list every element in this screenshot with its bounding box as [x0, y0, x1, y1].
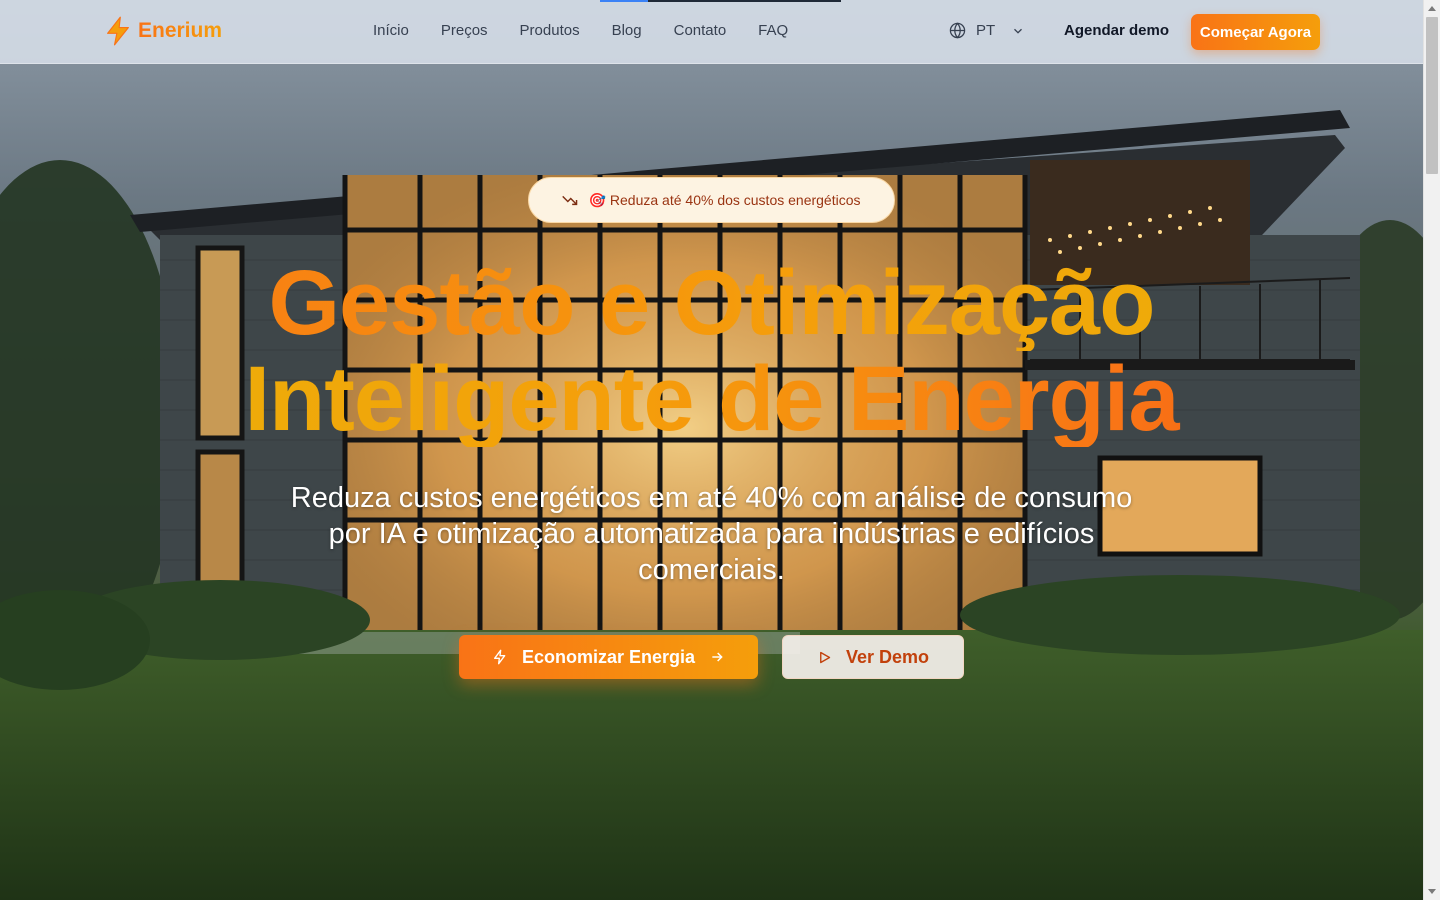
- top-navbar: Enerium Início Preços Produtos Blog Cont…: [0, 0, 1423, 64]
- main-nav: Início Preços Produtos Blog Contato FAQ: [373, 22, 820, 39]
- save-energy-label: Economizar Energia: [521, 646, 696, 667]
- brand-logo-link[interactable]: Enerium: [104, 16, 222, 46]
- nav-link-faq[interactable]: FAQ: [758, 22, 788, 39]
- target-emoji: 🎯: [588, 191, 606, 208]
- nav-link-inicio[interactable]: Início: [373, 22, 409, 39]
- hero-subtitle: Reduza custos energéticos em até 40% com…: [290, 482, 1133, 586]
- nav-link-blog[interactable]: Blog: [612, 22, 642, 39]
- language-code: PT: [976, 22, 996, 39]
- play-icon: [820, 651, 831, 663]
- house-photo: [0, 110, 1423, 900]
- nav-link-produtos[interactable]: Produtos: [520, 22, 580, 39]
- arrow-right-icon: [712, 652, 723, 662]
- hero-headline: Gestão e Otimização Inteligente de Energ…: [0, 255, 1423, 447]
- schedule-demo-link[interactable]: Agendar demo: [1064, 22, 1169, 39]
- scroll-down-arrow-icon[interactable]: [1428, 889, 1436, 894]
- chevron-down-icon: [1014, 28, 1023, 34]
- brand-name: Enerium: [138, 19, 223, 42]
- scroll-progress-bar: [600, 0, 841, 2]
- zap-icon: [493, 649, 506, 665]
- save-energy-button[interactable]: Economizar Energia: [459, 635, 758, 679]
- lightning-bolt-icon: [107, 16, 129, 46]
- scroll-up-arrow-icon[interactable]: [1428, 6, 1436, 11]
- headline-line-2: Inteligente de Energia: [0, 351, 1423, 447]
- badge-text: Reduza até 40% dos custos energéticos: [609, 192, 861, 208]
- globe-icon: [949, 22, 966, 39]
- get-started-button[interactable]: Começar Agora: [1191, 14, 1320, 50]
- nav-link-precos[interactable]: Preços: [441, 22, 488, 39]
- savings-badge: 🎯 Reduza até 40% dos custos energéticos: [528, 177, 895, 223]
- headline-line-1: Gestão e Otimização: [0, 255, 1423, 351]
- view-demo-button[interactable]: Ver Demo: [782, 635, 964, 679]
- trending-down-icon: [562, 195, 578, 206]
- hero-background: [0, 0, 1423, 900]
- language-selector[interactable]: PT: [949, 22, 1025, 39]
- scrollbar-thumb[interactable]: [1426, 17, 1438, 174]
- page-scrollbar[interactable]: [1423, 0, 1440, 900]
- view-demo-label: Ver Demo: [845, 646, 930, 667]
- nav-link-contato[interactable]: Contato: [674, 22, 727, 39]
